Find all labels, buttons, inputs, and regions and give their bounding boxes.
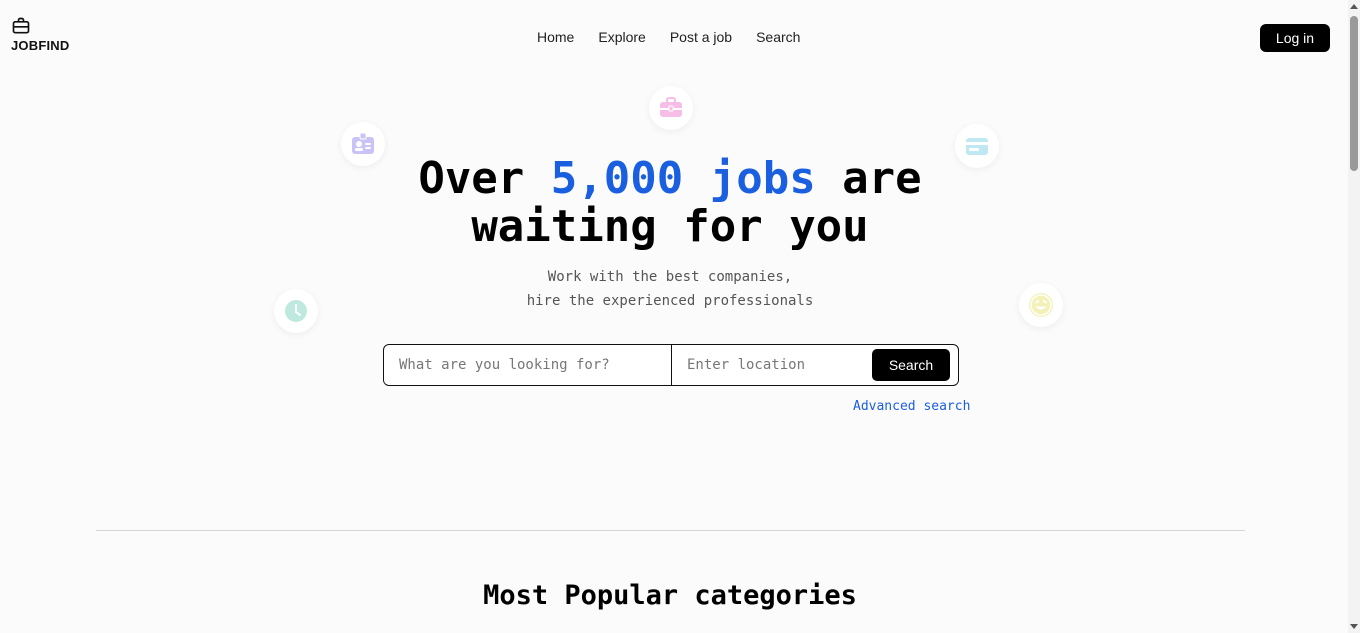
nav-item-explore[interactable]: Explore [598,29,645,45]
scroll-down-icon[interactable] [1350,624,1358,629]
hero-subtitle: Work with the best companies, hire the e… [0,265,1340,313]
login-button[interactable]: Log in [1260,24,1330,52]
search-button[interactable]: Search [872,349,950,381]
hero-title-prefix: Over [418,153,551,204]
scrollbar-thumb[interactable] [1350,16,1358,171]
section-divider [96,530,1245,531]
search-keyword-input[interactable] [384,345,672,385]
briefcase-icon [12,17,30,34]
advanced-search-link[interactable]: Advanced search [853,399,970,414]
hero-subtitle-line2: hire the experienced professionals [526,293,814,309]
categories-title: Most Popular categories [483,580,857,611]
nav-item-post-a-job[interactable]: Post a job [670,29,732,45]
nav-item-home[interactable]: Home [537,29,574,45]
main-nav: Home Explore Post a job Search [537,29,800,45]
hero-title-line2: waiting for you [471,201,869,252]
logo[interactable]: JOBFIND [11,16,69,53]
briefcase-decor-icon [649,86,693,130]
hero-title-accent: 5,000 jobs [550,153,816,204]
hero-subtitle-line1: Work with the best companies, [547,269,793,285]
nav-item-search[interactable]: Search [756,29,800,45]
scroll-up-icon[interactable] [1350,4,1358,9]
hero-title: Over 5,000 jobs are waiting for you [0,155,1340,251]
page-scrollbar[interactable] [1348,0,1360,633]
search-bar: Search [383,344,959,386]
search-location-input[interactable] [672,345,870,385]
brand-name: JOBFIND [11,38,70,53]
hero-title-suffix: are [815,153,922,204]
